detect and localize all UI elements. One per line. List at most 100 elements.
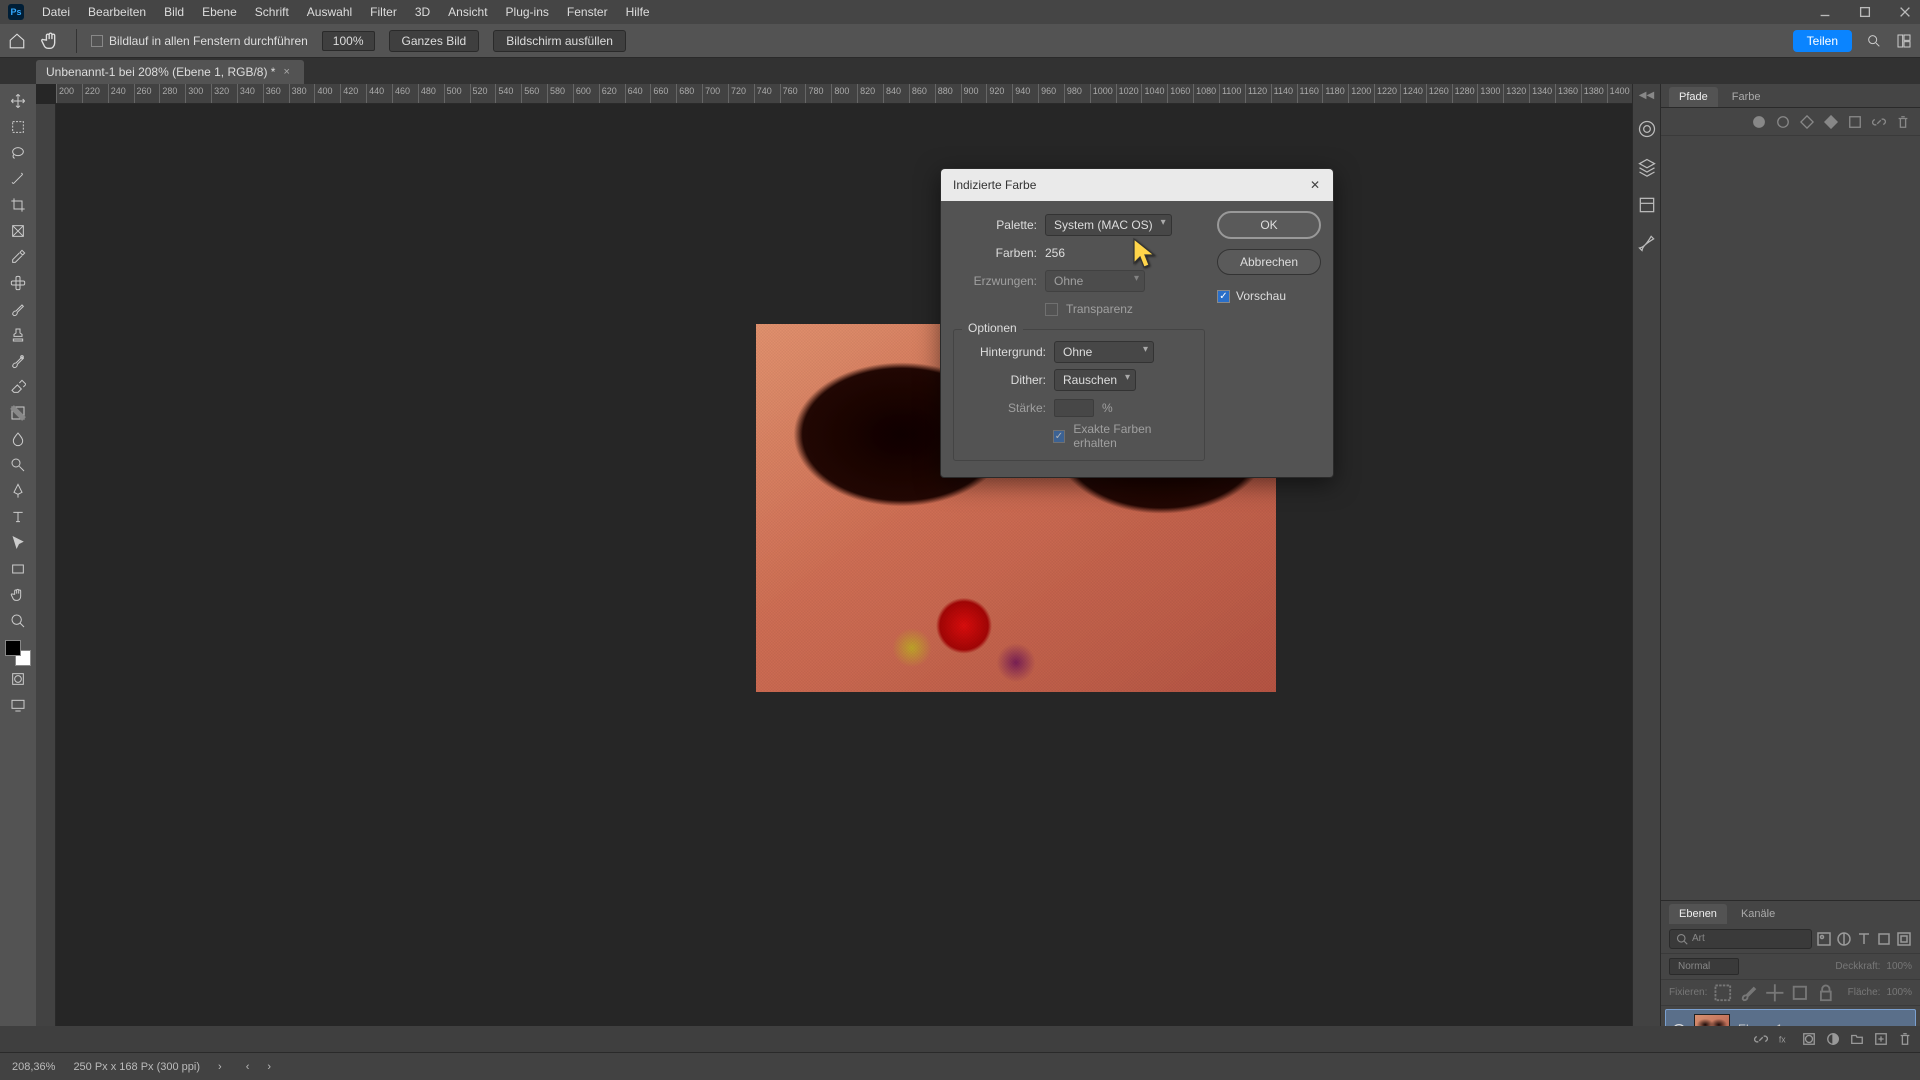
color-swatch[interactable] <box>5 640 31 666</box>
fit-image-button[interactable]: Ganzes Bild <box>389 30 480 52</box>
circle-fill-icon[interactable] <box>1752 115 1766 129</box>
hand-tool-icon[interactable] <box>40 30 62 52</box>
tab-kanaele[interactable]: Kanäle <box>1731 904 1785 924</box>
document-tab[interactable]: Unbenannt-1 bei 208% (Ebene 1, RGB/8) * … <box>36 60 304 84</box>
menu-ansicht[interactable]: Ansicht <box>448 5 487 19</box>
layer-search-input[interactable]: Art <box>1669 929 1812 949</box>
square-icon[interactable] <box>1848 115 1862 129</box>
status-chevron-icon[interactable]: › <box>218 1061 222 1073</box>
gradient-tool[interactable] <box>3 400 33 426</box>
dialog-title-bar[interactable]: Indizierte Farbe ✕ <box>941 169 1333 201</box>
layers-panel-icon[interactable] <box>1637 157 1657 177</box>
menu-fenster[interactable]: Fenster <box>567 5 608 19</box>
fill-screen-button[interactable]: Bildschirm ausfüllen <box>493 30 626 52</box>
group-icon[interactable] <box>1850 1032 1864 1046</box>
tab-pfade[interactable]: Pfade <box>1669 87 1718 107</box>
search-icon[interactable] <box>1866 33 1882 49</box>
path-select-tool[interactable] <box>3 530 33 556</box>
blend-mode-select[interactable]: Normal <box>1669 958 1739 975</box>
close-tab-icon[interactable]: × <box>283 66 289 78</box>
menu-3d[interactable]: 3D <box>415 5 430 19</box>
close-window-icon[interactable] <box>1898 5 1912 19</box>
brush-panel-icon[interactable] <box>1637 233 1657 253</box>
color-panel-icon[interactable] <box>1637 119 1657 139</box>
tab-ebenen[interactable]: Ebenen <box>1669 904 1727 924</box>
menu-datei[interactable]: Datei <box>42 5 70 19</box>
screenmode-tool[interactable] <box>3 692 33 718</box>
frame-tool[interactable] <box>3 218 33 244</box>
lock-move-icon[interactable] <box>1765 983 1785 1003</box>
filter-shape-icon[interactable] <box>1876 931 1892 947</box>
zoom-input[interactable]: 100% <box>322 31 375 51</box>
scroll-all-checkbox[interactable]: Bildlauf in allen Fenstern durchführen <box>91 34 308 48</box>
trash-icon[interactable] <box>1896 115 1910 129</box>
diamond-icon[interactable] <box>1800 115 1814 129</box>
marquee-tool[interactable] <box>3 114 33 140</box>
eyedropper-tool[interactable] <box>3 244 33 270</box>
lock-artboard-icon[interactable] <box>1790 983 1810 1003</box>
menu-auswahl[interactable]: Auswahl <box>307 5 352 19</box>
dither-select[interactable]: Rauschen <box>1054 369 1136 391</box>
menu-schrift[interactable]: Schrift <box>255 5 289 19</box>
minimize-icon[interactable] <box>1818 5 1832 19</box>
rectangle-tool[interactable] <box>3 556 33 582</box>
circle-outline-icon[interactable] <box>1776 115 1790 129</box>
fill-value[interactable]: 100% <box>1886 987 1912 998</box>
stamp-tool[interactable] <box>3 322 33 348</box>
maximize-icon[interactable] <box>1858 5 1872 19</box>
new-layer-icon[interactable] <box>1874 1032 1888 1046</box>
pen-tool[interactable] <box>3 478 33 504</box>
lasso-tool[interactable] <box>3 140 33 166</box>
share-button[interactable]: Teilen <box>1793 30 1852 52</box>
lock-all-icon[interactable] <box>1816 983 1836 1003</box>
palette-select[interactable]: System (MAC OS) <box>1045 214 1172 236</box>
heal-tool[interactable] <box>3 270 33 296</box>
workspace-icon[interactable] <box>1896 33 1912 49</box>
history-brush-tool[interactable] <box>3 348 33 374</box>
dodge-tool[interactable] <box>3 452 33 478</box>
hintergrund-select[interactable]: Ohne <box>1054 341 1154 363</box>
wand-tool[interactable] <box>3 166 33 192</box>
blur-tool[interactable] <box>3 426 33 452</box>
filter-type-icon[interactable] <box>1856 931 1872 947</box>
delete-layer-icon[interactable] <box>1898 1032 1912 1046</box>
fx-icon[interactable]: fx <box>1778 1032 1792 1046</box>
mask-icon[interactable] <box>1802 1032 1816 1046</box>
hand-tool[interactable] <box>3 582 33 608</box>
zoom-tool[interactable] <box>3 608 33 634</box>
menu-hilfe[interactable]: Hilfe <box>626 5 650 19</box>
move-tool[interactable] <box>3 88 33 114</box>
eraser-tool[interactable] <box>3 374 33 400</box>
properties-panel-icon[interactable] <box>1637 195 1657 215</box>
filter-adjust-icon[interactable] <box>1836 931 1852 947</box>
menu-plugins[interactable]: Plug-ins <box>506 5 549 19</box>
filter-image-icon[interactable] <box>1816 931 1832 947</box>
home-icon[interactable] <box>8 32 26 50</box>
type-tool[interactable] <box>3 504 33 530</box>
tab-farbe[interactable]: Farbe <box>1722 87 1771 107</box>
status-zoom[interactable]: 208,36% <box>12 1061 55 1073</box>
opacity-value[interactable]: 100% <box>1886 961 1912 972</box>
hintergrund-label: Hintergrund: <box>962 345 1046 359</box>
menu-bearbeiten[interactable]: Bearbeiten <box>88 5 146 19</box>
menu-ebene[interactable]: Ebene <box>202 5 237 19</box>
filter-smart-icon[interactable] <box>1896 931 1912 947</box>
canvas-area[interactable]: 2002202402602803003203403603804004204404… <box>36 84 1632 1052</box>
quickmask-tool[interactable] <box>3 666 33 692</box>
dialog-close-button[interactable]: ✕ <box>1305 175 1325 195</box>
crop-tool[interactable] <box>3 192 33 218</box>
status-nav-left-icon[interactable]: ‹ <box>246 1061 250 1073</box>
diamond-fill-icon[interactable] <box>1824 115 1838 129</box>
cancel-button[interactable]: Abbrechen <box>1217 249 1321 275</box>
lock-brush-icon[interactable] <box>1739 983 1759 1003</box>
menu-filter[interactable]: Filter <box>370 5 397 19</box>
ok-button[interactable]: OK <box>1217 211 1321 239</box>
preview-checkbox[interactable]: ✓ <box>1217 290 1230 303</box>
link-layers-icon[interactable] <box>1754 1032 1768 1046</box>
brush-tool[interactable] <box>3 296 33 322</box>
link-icon[interactable] <box>1872 115 1886 129</box>
adjustment-icon[interactable] <box>1826 1032 1840 1046</box>
status-nav-right-icon[interactable]: › <box>267 1061 271 1073</box>
lock-pixels-icon[interactable] <box>1713 983 1733 1003</box>
menu-bild[interactable]: Bild <box>164 5 184 19</box>
